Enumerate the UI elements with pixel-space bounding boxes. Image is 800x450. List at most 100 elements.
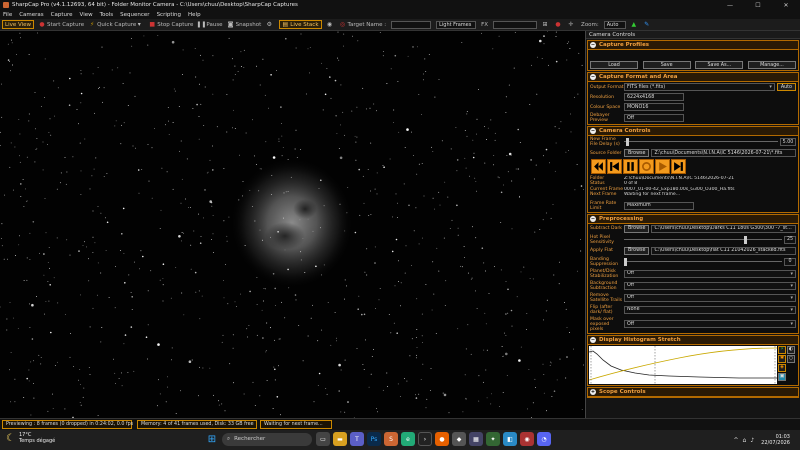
image-viewer[interactable] [0, 31, 584, 418]
banding-input[interactable]: 0 [784, 257, 796, 266]
start-capture-button[interactable]: ● Start Capture [39, 21, 84, 28]
planet-disk-select[interactable]: Off ▾ [624, 269, 796, 278]
settings-button[interactable]: ⚙ [266, 21, 274, 28]
app-button-1[interactable]: ◆ [452, 432, 466, 446]
quick-capture-button[interactable]: ⚡ Quick Capture ▾ [89, 21, 144, 28]
menu-view[interactable]: View [80, 12, 93, 18]
menu-sequencer[interactable]: Sequencer [120, 12, 149, 18]
subtract-dark-input[interactable]: C:\Users\chuu\Desktop\Darks C11 180s G30… [651, 224, 796, 233]
crosshair-button[interactable]: ✛ [568, 21, 576, 28]
banding-slider[interactable] [624, 257, 782, 266]
next-button[interactable] [671, 159, 686, 174]
save-stretch-button[interactable]: ▣ [778, 372, 786, 381]
search-box[interactable]: ⌕ Rechercher [222, 432, 312, 446]
star [283, 217, 284, 219]
minimize-button[interactable]: — [716, 0, 744, 10]
live-stack-button[interactable]: ▤ Live Stack [279, 20, 322, 29]
play-button[interactable] [655, 159, 670, 174]
debayer-select[interactable]: Off [624, 114, 684, 122]
menu-cameras[interactable]: Cameras [19, 12, 43, 18]
chevron-up-icon[interactable]: ^ [733, 437, 738, 444]
balance-button[interactable]: ◈ [778, 363, 786, 372]
colour-space-select[interactable]: MONO16 [624, 103, 684, 111]
frame-type-select[interactable]: Light Frames [436, 20, 477, 29]
snapshot-button[interactable]: ◙ Snapshot [228, 21, 262, 28]
rewind-button[interactable] [591, 159, 606, 174]
background-select[interactable]: Off ▾ [624, 281, 796, 290]
stop-capture-button[interactable]: ■ Stop Capture [149, 21, 193, 28]
new-frame-delay-input[interactable]: 5.00 [780, 138, 796, 146]
app-button-3[interactable]: ✦ [486, 432, 500, 446]
histogram-header[interactable]: − Display Histogram Stretch [588, 335, 798, 345]
source-folder-input[interactable]: Z:\chuu\Documents\N.I.N.A\IC 5146\2026-0… [651, 149, 796, 157]
live-view-button[interactable]: Live View [2, 20, 35, 29]
pause-button[interactable]: ❚❚ Pause [196, 21, 222, 28]
hot-pixel-input[interactable]: 25 [784, 235, 796, 244]
star [240, 293, 242, 295]
auto-stretch-button[interactable]: ⚡ [778, 345, 786, 354]
weather-widget[interactable]: ☾ 17°C Temps dégagé [6, 432, 55, 444]
resolution-select[interactable]: 6224x4168 [624, 93, 684, 101]
record-toggle[interactable]: ● [555, 21, 563, 28]
menu-scripting[interactable]: Scripting [157, 12, 181, 18]
hot-pixel-slider[interactable] [624, 235, 782, 244]
stretch-toggle-button[interactable]: ◐ [787, 345, 795, 354]
grid-button[interactable]: ⊞ [542, 21, 550, 28]
photoshop-button[interactable]: Ps [367, 432, 381, 446]
camera-controls-header[interactable]: − Camera Controls [588, 127, 798, 136]
app-button-4[interactable]: ◧ [503, 432, 517, 446]
apply-flat-browse-button[interactable]: Browse [624, 246, 650, 255]
menu-tools[interactable]: Tools [100, 12, 114, 18]
flip-select[interactable]: None ▾ [624, 305, 796, 314]
target-name-select[interactable] [391, 20, 432, 29]
preprocessing-header[interactable]: − Preprocessing [588, 214, 798, 224]
start-button[interactable]: ⊞ [205, 432, 219, 446]
scope-controls-header[interactable]: + Scope Controls [588, 387, 798, 397]
new-frame-delay-slider[interactable] [624, 138, 778, 146]
teams-button[interactable]: T [350, 432, 364, 446]
tool-button[interactable]: ✎ [644, 21, 652, 28]
discord-button[interactable]: ◔ [537, 432, 551, 446]
log-toggle-button[interactable]: ○ [787, 354, 795, 363]
frame-rate-select[interactable]: Maximum [624, 201, 694, 210]
star [202, 59, 204, 61]
reload-button[interactable] [639, 159, 654, 174]
manage-profiles-button[interactable]: Manage... [747, 61, 796, 69]
apply-flat-input[interactable]: C:\Users\chuu\Desktop\flat C11 21042026_… [651, 246, 796, 255]
volume-icon[interactable]: ♪ [750, 437, 754, 444]
sharpcap-button[interactable]: S [384, 432, 398, 446]
histogram-graph[interactable] [589, 345, 777, 384]
firefox-button[interactable]: ● [435, 432, 449, 446]
satellite-select[interactable]: Off ▾ [624, 293, 796, 302]
load-profile-button[interactable]: Load [590, 61, 638, 69]
network-icon[interactable]: ⌂ [743, 437, 747, 444]
file-explorer-button[interactable]: ▬ [333, 432, 347, 446]
maximize-button[interactable]: ☐ [744, 0, 772, 10]
source-folder-browse-button[interactable]: Browse [624, 149, 650, 157]
zoom-in-button[interactable]: ▲ [631, 21, 639, 28]
app-button-5[interactable]: ◉ [520, 432, 534, 446]
reset-stretch-button[interactable]: ✱ [778, 354, 786, 363]
mask-select[interactable]: Off ▾ [624, 320, 796, 329]
edge-button[interactable]: e [401, 432, 415, 446]
subtract-dark-browse-button[interactable]: Browse [624, 224, 650, 233]
task-view-button[interactable]: ▭ [316, 432, 330, 446]
star [569, 48, 571, 49]
menu-capture[interactable]: Capture [51, 12, 73, 18]
save-as-profile-button[interactable]: Save As... [695, 61, 744, 69]
capture-profiles-header[interactable]: − Capture Profiles [588, 41, 798, 50]
menu-help[interactable]: Help [188, 12, 201, 18]
pause-monitor-button[interactable] [623, 159, 638, 174]
previous-button[interactable] [607, 159, 622, 174]
app-button-2[interactable]: ▦ [469, 432, 483, 446]
auto-button[interactable]: Auto [776, 83, 796, 91]
fx-select[interactable] [493, 20, 538, 29]
capture-format-header[interactable]: − Capture Format and Area [588, 73, 798, 82]
save-profile-button[interactable]: Save [642, 61, 691, 69]
zoom-select[interactable]: Auto [603, 20, 626, 29]
clock-date[interactable]: 22/07/2026 [761, 440, 790, 446]
close-button[interactable]: ✕ [772, 0, 800, 10]
terminal-button[interactable]: › [418, 432, 432, 446]
output-format-select[interactable]: FITS files (*.fits) ▾ [624, 83, 775, 91]
menu-file[interactable]: File [3, 12, 12, 18]
